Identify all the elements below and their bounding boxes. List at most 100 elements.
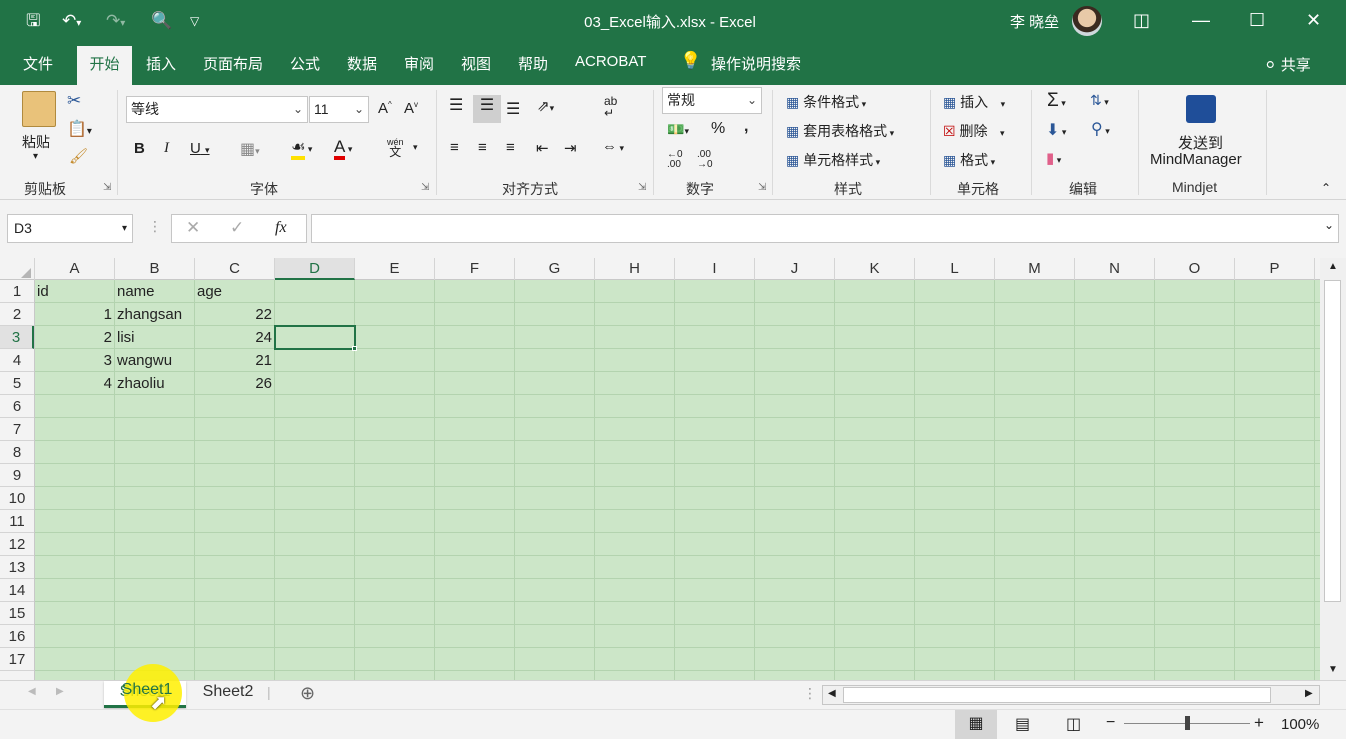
send-to-mindmanager-line1[interactable]: 发送到 [1178,132,1223,153]
row-header-9[interactable]: 9 [0,464,34,487]
format-as-table-button[interactable]: ▦ 套用表格格式 ▾ [786,121,894,141]
clipboard-launcher-icon[interactable]: ⇲ [103,182,111,193]
redo-icon[interactable]: ↷▾ [106,10,125,35]
cell-styles-button[interactable]: ▦ 单元格样式 ▾ [786,150,880,170]
column-header-o[interactable]: O [1155,258,1235,280]
phonetic-dropdown-icon[interactable]: ▾ [413,142,418,153]
row-header-10[interactable]: 10 [0,487,34,510]
customize-icon[interactable]: ▽ [190,10,199,32]
wrap-text-icon[interactable]: ab ↵ [604,95,617,119]
font-name-select[interactable]: 等线 ⌄ [126,96,308,123]
row-header-1[interactable]: 1 [0,280,34,303]
row-header-6[interactable]: 6 [0,395,34,418]
page-break-view-icon[interactable]: ◫ [1066,714,1081,734]
paste-icon[interactable] [22,91,56,127]
row-header-11[interactable]: 11 [0,510,34,533]
row-header-3[interactable]: 3 [0,326,34,349]
row-header-4[interactable]: 4 [0,349,34,372]
cell-c5[interactable]: 26 [195,372,275,395]
column-header-b[interactable]: B [115,258,195,280]
tab-view[interactable]: 视图 [461,53,491,74]
column-header-j[interactable]: J [755,258,835,280]
cell-c1[interactable]: age [197,280,275,303]
tab-file[interactable]: 文件 [23,53,53,74]
undo-icon[interactable]: ↶▾ [62,10,81,35]
share-button[interactable]: ⚪ 共享 [1264,54,1311,75]
border-icon[interactable]: ▦▾ [240,139,260,159]
delete-cells-button[interactable]: ☒ 删除 ▾ [943,121,1004,141]
zoom-level[interactable]: 100% [1281,716,1319,733]
save-icon[interactable]: 🖫 [26,10,40,32]
selected-cell-d3[interactable] [274,325,356,350]
align-center-icon[interactable]: ≡ [478,139,487,156]
zoom-in-button[interactable]: + [1254,713,1264,733]
column-header-a[interactable]: A [35,258,115,280]
number-format-select[interactable]: 常规 ⌄ [662,87,762,114]
zoom-out-button[interactable]: − [1106,714,1115,732]
vertical-scroll-thumb[interactable] [1324,280,1341,602]
format-cells-button[interactable]: ▦ 格式 ▾ [943,150,995,170]
align-middle-icon[interactable]: ☰ [473,95,501,123]
next-sheet-icon[interactable]: ▶ [56,686,64,697]
copy-icon[interactable]: 📋▾ [67,119,92,139]
comma-style-button[interactable]: , [744,118,748,136]
avatar[interactable] [1072,6,1102,36]
merge-center-icon[interactable]: ⇔ ▾ [602,138,624,155]
select-all-corner[interactable] [0,258,35,280]
tab-acrobat[interactable]: ACROBAT [575,53,646,70]
column-header-n[interactable]: N [1075,258,1155,280]
print-preview-icon[interactable]: 🔍 [151,10,172,32]
align-right-icon[interactable]: ≡ [506,139,515,156]
shrink-font-button[interactable]: Av [404,100,418,117]
tab-formulas[interactable]: 公式 [290,53,320,74]
underline-button[interactable]: U ▾ [190,140,210,157]
zoom-slider-thumb[interactable] [1185,716,1190,730]
enter-icon[interactable]: ✓ [230,218,244,238]
horizontal-scroll-thumb[interactable] [843,687,1271,703]
cell-a1[interactable]: id [37,280,115,303]
row-header-8[interactable]: 8 [0,441,34,464]
align-left-icon[interactable]: ≡ [450,139,459,156]
find-select-icon[interactable]: ⚲ ▾ [1091,119,1110,139]
cell-b2[interactable]: zhangsan [117,303,195,326]
close-icon[interactable]: ✕ [1306,8,1321,32]
horizontal-scrollbar[interactable]: ◀ ▶ [822,685,1320,705]
cell-b3[interactable]: lisi [117,326,195,349]
scroll-down-icon[interactable]: ▼ [1328,664,1338,675]
column-header-c[interactable]: C [195,258,275,280]
tell-me-search[interactable]: 操作说明搜索 [711,53,801,74]
user-name[interactable]: 李 晓垒 [1010,11,1059,32]
cell-b1[interactable]: name [117,280,195,303]
column-header-g[interactable]: G [515,258,595,280]
sheet-tab-sheet2[interactable]: Sheet2 [190,681,266,708]
collapse-ribbon-icon[interactable]: ⌃ [1321,181,1331,195]
row-header-13[interactable]: 13 [0,556,34,579]
conditional-formatting-button[interactable]: ▦ 条件格式 ▾ [786,92,866,112]
expand-formula-icon[interactable]: ⌄ [1324,218,1334,232]
fill-icon[interactable]: ⬇ ▾ [1046,120,1066,140]
scroll-right-icon[interactable]: ▶ [1305,688,1313,699]
cell-c2[interactable]: 22 [195,303,275,326]
cell-b4[interactable]: wangwu [117,349,195,372]
column-header-h[interactable]: H [595,258,675,280]
cell-b5[interactable]: zhaoliu [117,372,195,395]
row-header-7[interactable]: 7 [0,418,34,441]
normal-view-icon[interactable]: ▦ [955,710,997,739]
column-header-l[interactable]: L [915,258,995,280]
row-header-5[interactable]: 5 [0,372,34,395]
italic-button[interactable]: I [164,140,169,157]
name-box[interactable]: D3 ▾ [7,214,133,243]
tab-data[interactable]: 数据 [347,53,377,74]
column-header-f[interactable]: F [435,258,515,280]
insert-function-button[interactable]: fx [275,219,287,237]
orientation-icon[interactable]: ⇗▾ [537,97,554,115]
row-header-2[interactable]: 2 [0,303,34,326]
cut-icon[interactable]: ✂ [67,91,81,111]
cell-a5[interactable]: 4 [35,372,115,395]
fill-color-icon[interactable]: ☙ ▾ [291,137,312,160]
scroll-left-icon[interactable]: ◀ [828,688,836,699]
cell-a4[interactable]: 3 [35,349,115,372]
send-to-mindmanager-line2[interactable]: MindManager [1150,151,1242,168]
column-header-e[interactable]: E [355,258,435,280]
tab-insert[interactable]: 插入 [146,53,176,74]
